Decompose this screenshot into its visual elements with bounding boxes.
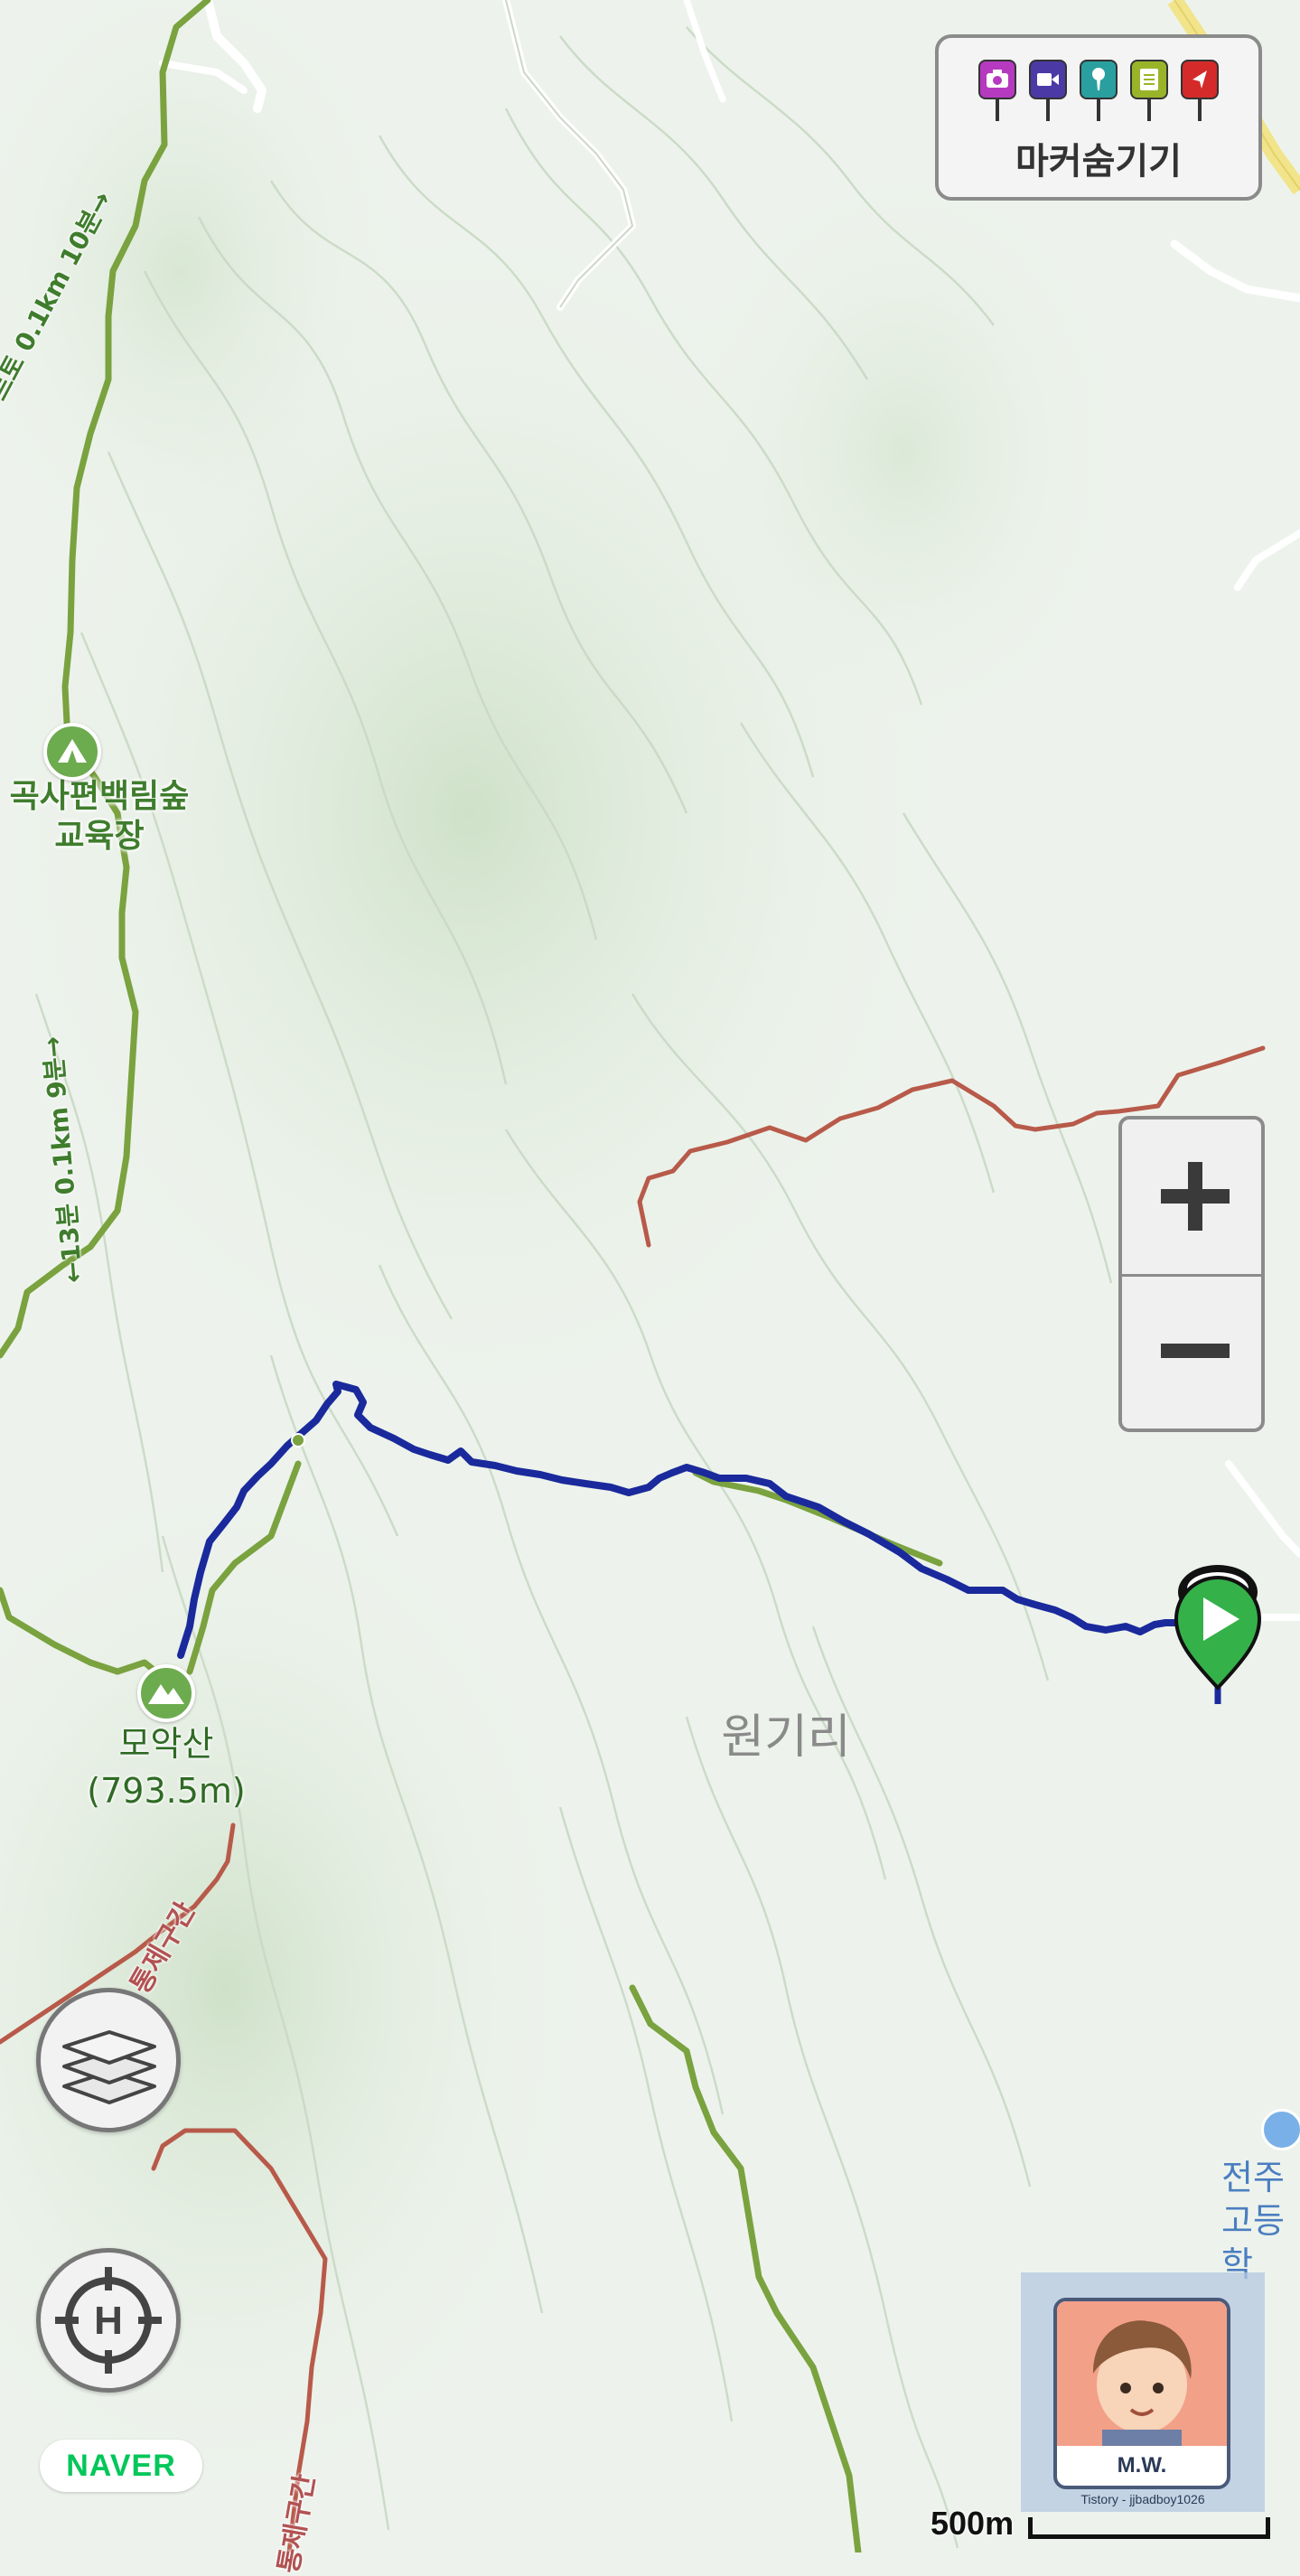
- plus-icon: [1161, 1162, 1230, 1231]
- peak-name-label: 모악산: [118, 1724, 214, 1764]
- zoom-in-button[interactable]: [1122, 1119, 1261, 1277]
- watermark-name: M.W.: [1117, 2453, 1167, 2478]
- marker-hide-label: 마커숨기기: [1015, 141, 1182, 183]
- avatar-card: M.W.: [1053, 2298, 1230, 2489]
- forest-education-center-label: 곡사편백림숲 교육장: [9, 778, 190, 855]
- crosshair-icon: H: [55, 2267, 162, 2374]
- marker-hide-panel[interactable]: 마커숨기기: [935, 34, 1262, 201]
- layers-button[interactable]: [36, 1988, 181, 2132]
- scale-line: [1028, 2517, 1270, 2539]
- video-marker[interactable]: [1029, 60, 1067, 123]
- map-canvas[interactable]: [0, 0, 1300, 2553]
- microphone-marker[interactable]: [1080, 60, 1118, 123]
- scale-bar: 500m: [931, 2494, 1274, 2548]
- naver-logo: NAVER: [40, 2440, 202, 2492]
- school-label: 전주 고등학: [1221, 2158, 1285, 2284]
- minus-icon: [1161, 1344, 1230, 1358]
- building-icon: [1261, 2109, 1300, 2150]
- camera-marker[interactable]: [978, 60, 1016, 123]
- location-letter: H: [94, 2299, 123, 2343]
- zoom-out-button[interactable]: [1122, 1274, 1261, 1429]
- tent-icon[interactable]: [43, 723, 101, 781]
- navigation-icon: [1192, 70, 1207, 89]
- note-marker[interactable]: [1130, 60, 1168, 123]
- watermark: M.W. Tistory - jjbadboy1026: [1021, 2272, 1265, 2512]
- location-button[interactable]: H: [36, 2248, 181, 2393]
- microphone-icon: [1092, 68, 1105, 90]
- note-icon: [1140, 69, 1158, 90]
- layers-icon: [62, 2030, 156, 2104]
- avatar: [1057, 2301, 1227, 2446]
- village-label: 원기리: [721, 1710, 851, 1765]
- navigation-marker[interactable]: [1181, 60, 1219, 123]
- mountain-icon[interactable]: [137, 1664, 195, 1722]
- track-waypoint: [291, 1433, 305, 1447]
- zoom-control: [1118, 1116, 1265, 1432]
- peak-elevation-label: (793.5m): [87, 1771, 246, 1811]
- camera-icon: [987, 70, 1008, 88]
- video-icon: [1037, 73, 1059, 86]
- scale-label: 500m: [931, 2505, 1015, 2542]
